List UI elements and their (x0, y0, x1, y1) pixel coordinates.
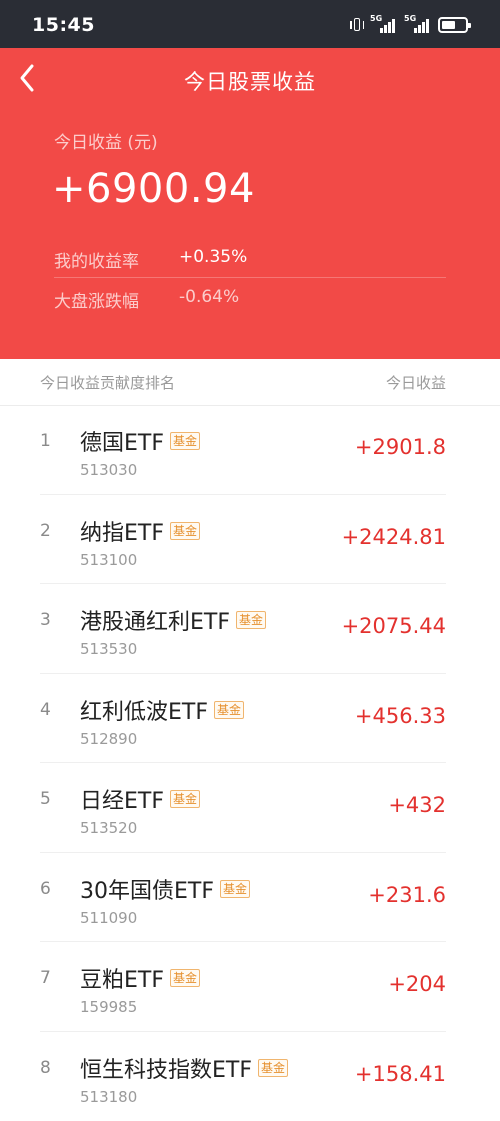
fund-code: 159985 (80, 998, 137, 1016)
network-type-label: 5G (404, 14, 416, 23)
fund-code: 513030 (80, 461, 137, 479)
network-type-label: 5G (370, 14, 382, 23)
status-time: 15:45 (32, 14, 95, 36)
list-item[interactable]: 1 德国ETF 基金 513030 +2901.8 (40, 405, 446, 495)
rank-number: 5 (40, 789, 51, 809)
return-rate-row: 我的收益率 +0.35% (54, 237, 446, 278)
market-change-row: 大盘涨跌幅 -0.64% (54, 277, 446, 317)
fund-name: 红利低波ETF (80, 694, 208, 726)
earnings-column-header: 今日收益 (386, 372, 446, 393)
fund-badge: 基金 (170, 790, 200, 808)
earnings-amount: +204 (388, 972, 446, 996)
rank-number: 2 (40, 521, 51, 541)
earnings-amount: +231.6 (368, 883, 446, 907)
fund-badge: 基金 (170, 432, 200, 450)
earnings-label: 今日收益 (元) (54, 128, 158, 153)
fund-code: 513520 (80, 819, 137, 837)
fund-badge: 基金 (170, 522, 200, 540)
return-rate-value: +0.35% (179, 247, 247, 267)
earnings-amount: +2901.8 (355, 435, 446, 459)
fund-code: 513530 (80, 640, 137, 658)
list-item[interactable]: 4 红利低波ETF 基金 512890 +456.33 (40, 674, 446, 764)
list-item[interactable]: 5 日经ETF 基金 513520 +432 (40, 763, 446, 853)
list-item[interactable]: 8 恒生科技指数ETF 基金 513180 +158.41 (40, 1032, 446, 1121)
list-item[interactable]: 7 豆粕ETF 基金 159985 +204 (40, 942, 446, 1032)
rank-number: 4 (40, 700, 51, 720)
fund-name: 港股通红利ETF (80, 604, 230, 636)
ranking-list: 1 德国ETF 基金 513030 +2901.8 2 纳指ETF 基金 513… (0, 405, 500, 1121)
fund-badge: 基金 (220, 880, 250, 898)
fund-badge: 基金 (214, 701, 244, 719)
earnings-header: 今日股票收益 今日收益 (元) +6900.94 我的收益率 +0.35% 大盘… (0, 48, 500, 359)
rank-number: 1 (40, 431, 51, 451)
fund-name: 德国ETF (80, 425, 164, 457)
earnings-amount: +456.33 (355, 704, 446, 728)
earnings-amount: +432 (388, 793, 446, 817)
list-item[interactable]: 6 30年国债ETF 基金 511090 +231.6 (40, 853, 446, 943)
battery-icon (438, 17, 468, 33)
earnings-amount: +2424.81 (342, 525, 446, 549)
rank-number: 7 (40, 968, 51, 988)
list-item[interactable]: 2 纳指ETF 基金 513100 +2424.81 (40, 495, 446, 585)
earnings-value: +6900.94 (52, 166, 255, 212)
rank-number: 8 (40, 1058, 51, 1078)
list-item[interactable]: 3 港股通红利ETF 基金 513530 +2075.44 (40, 584, 446, 674)
status-bar: 15:45 5G 5G (0, 0, 500, 48)
market-change-label: 大盘涨跌幅 (54, 287, 139, 312)
fund-code: 511090 (80, 909, 137, 927)
earnings-amount: +158.41 (355, 1062, 446, 1086)
fund-code: 512890 (80, 730, 137, 748)
fund-name: 纳指ETF (80, 515, 164, 547)
ranking-column-header: 今日收益贡献度排名 (40, 372, 175, 393)
signal-icon: 5G (404, 16, 432, 34)
vibrate-icon (350, 16, 364, 34)
earnings-amount: +2075.44 (342, 614, 446, 638)
fund-name: 恒生科技指数ETF (80, 1052, 252, 1084)
market-change-value: -0.64% (179, 287, 239, 307)
rank-number: 3 (40, 610, 51, 630)
fund-name: 豆粕ETF (80, 962, 164, 994)
return-rate-label: 我的收益率 (54, 247, 139, 272)
signal-icon: 5G (370, 16, 398, 34)
page-title: 今日股票收益 (0, 66, 500, 96)
fund-badge: 基金 (170, 969, 200, 987)
fund-badge: 基金 (258, 1059, 288, 1077)
fund-badge: 基金 (236, 611, 266, 629)
rank-number: 6 (40, 879, 51, 899)
fund-code: 513100 (80, 551, 137, 569)
status-icons: 5G 5G (350, 15, 468, 35)
fund-name: 30年国债ETF (80, 873, 214, 905)
fund-name: 日经ETF (80, 783, 164, 815)
ranking-list-header: 今日收益贡献度排名 今日收益 (0, 359, 500, 406)
